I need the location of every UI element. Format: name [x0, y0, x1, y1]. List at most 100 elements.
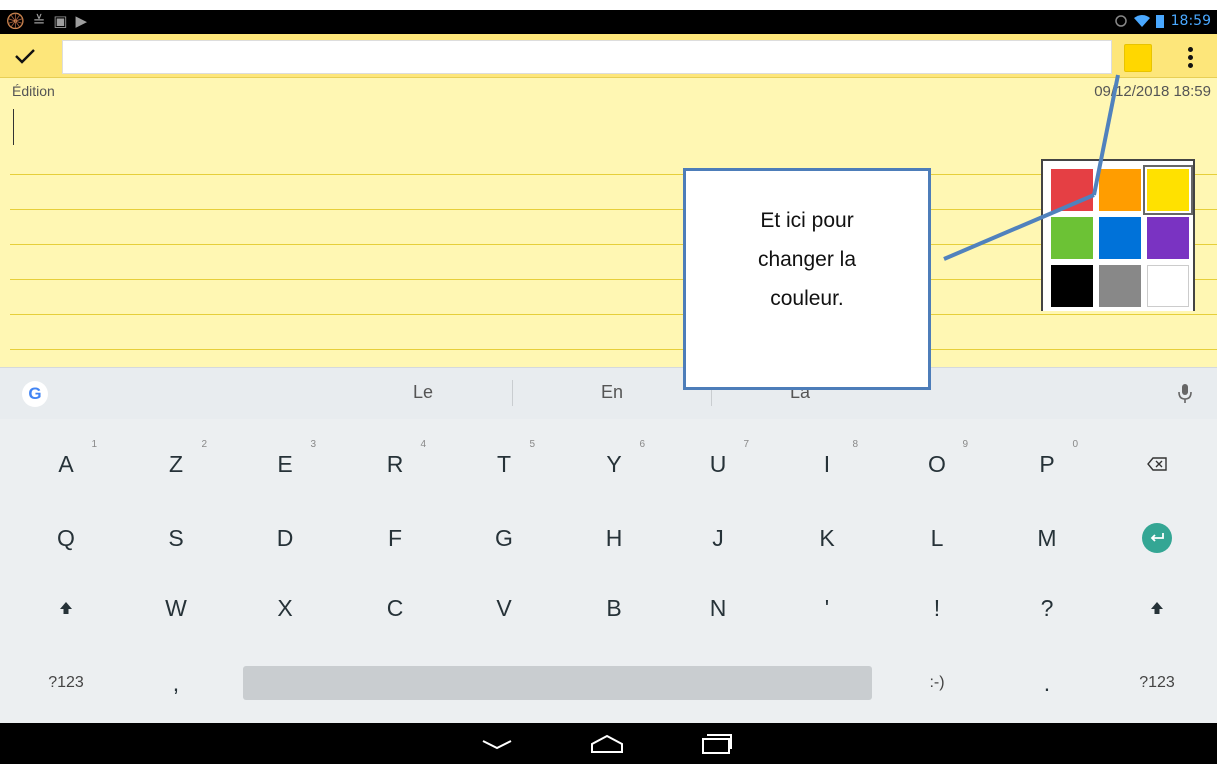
key-comma[interactable]: , [125, 648, 227, 718]
color-swatch-purple[interactable] [1147, 217, 1189, 259]
key-hint: 5 [529, 439, 535, 450]
top-border [0, 0, 1217, 10]
key-label: U [709, 450, 727, 477]
mode-label: Édition [12, 83, 55, 99]
key-h[interactable]: H [563, 503, 665, 573]
key-hint: 4 [420, 439, 426, 450]
key-c[interactable]: C [344, 573, 446, 643]
key-i[interactable]: I8 [776, 429, 878, 499]
suggestion-item[interactable]: En [552, 382, 672, 403]
annotation-line: Et ici pour [760, 209, 854, 232]
key-l[interactable]: L [886, 503, 988, 573]
key-exclamation[interactable]: ! [886, 573, 988, 643]
back-button[interactable] [477, 729, 517, 759]
color-swatch-yellow[interactable] [1143, 165, 1193, 215]
status-bar: 🛞 ≚ ▣ ▶ 18:59 [0, 0, 1217, 34]
color-picker-button[interactable] [1124, 44, 1152, 72]
key-e[interactable]: E3 [234, 429, 336, 499]
keyboard-suggestion-bar: G Le En La [0, 367, 1217, 419]
key-r[interactable]: R4 [344, 429, 446, 499]
key-x[interactable]: X [234, 573, 336, 643]
key-t[interactable]: T5 [453, 429, 555, 499]
key-n[interactable]: N [667, 573, 769, 643]
key-q[interactable]: Q [15, 503, 117, 573]
key-m[interactable]: M [996, 503, 1098, 573]
suggestion-item[interactable]: Le [363, 382, 483, 403]
key-label: I [823, 450, 831, 477]
enter-key[interactable] [1106, 503, 1208, 573]
save-check-button[interactable] [8, 40, 42, 72]
key-j[interactable]: J [667, 503, 769, 573]
key-hint: 6 [639, 439, 645, 450]
spacebar[interactable] [243, 666, 872, 700]
key-w[interactable]: W [125, 573, 227, 643]
color-swatch-green[interactable] [1051, 217, 1093, 259]
enter-icon [1150, 533, 1164, 542]
overflow-menu-button[interactable] [1178, 42, 1202, 72]
wifi-icon [1133, 15, 1150, 27]
text-cursor [13, 109, 14, 145]
key-v[interactable]: V [453, 573, 555, 643]
home-icon [591, 734, 623, 753]
color-swatch-blue[interactable] [1099, 217, 1141, 259]
home-button[interactable] [587, 729, 627, 759]
gallery-icon: ▣ [53, 12, 68, 30]
status-notification-icons: 🛞 ≚ ▣ ▶ [6, 11, 87, 31]
key-d[interactable]: D [234, 503, 336, 573]
key-question[interactable]: ? [996, 573, 1098, 643]
google-icon[interactable]: G [22, 381, 48, 407]
key-u[interactable]: U7 [667, 429, 769, 499]
symbols-key-right[interactable]: ?123 [1106, 648, 1208, 718]
key-a[interactable]: A1 [15, 429, 117, 499]
key-label: Y [606, 450, 622, 477]
annotation-line: changer la [757, 248, 857, 271]
color-swatch-gray[interactable] [1099, 265, 1141, 307]
annotation-line: couleur. [770, 287, 844, 310]
status-system-icons: 18:59 [1114, 11, 1211, 31]
shift-icon [1151, 602, 1163, 614]
color-swatch-white[interactable] [1147, 265, 1189, 307]
suggestion-divider [512, 380, 513, 406]
enter-key-circle [1142, 523, 1172, 553]
note-title-input[interactable] [62, 40, 1112, 74]
annotation-text: Et ici pour changer la couleur. [686, 201, 928, 318]
shift-key-right[interactable] [1106, 573, 1208, 643]
key-period[interactable]: . [996, 648, 1098, 718]
color-swatch-black[interactable] [1051, 265, 1093, 307]
key-label: O [928, 450, 946, 477]
key-y[interactable]: Y6 [563, 429, 665, 499]
key-b[interactable]: B [563, 573, 665, 643]
shift-key-left[interactable] [15, 573, 117, 643]
key-f[interactable]: F [344, 503, 446, 573]
backspace-key[interactable] [1106, 429, 1208, 499]
key-o[interactable]: O9 [886, 429, 988, 499]
recents-icon [702, 734, 732, 754]
key-g[interactable]: G [453, 503, 555, 573]
key-hint: 7 [743, 439, 749, 450]
microphone-icon[interactable] [1175, 382, 1195, 406]
sync-icon: 🛞 [6, 12, 25, 30]
annotation-callout: Et ici pour changer la couleur. [683, 168, 931, 390]
color-swatch-orange[interactable] [1099, 169, 1141, 211]
key-s[interactable]: S [125, 503, 227, 573]
key-label: T [496, 450, 512, 477]
recents-button[interactable] [697, 729, 737, 759]
color-swatch-red[interactable] [1051, 169, 1093, 211]
menu-dot-icon [1187, 62, 1193, 68]
note-editor[interactable]: Édition 09/12/2018 18:59 [0, 78, 1217, 367]
download-done-icon: ≚ [32, 12, 46, 30]
key-label: Z [168, 450, 184, 477]
symbols-key-left[interactable]: ?123 [15, 648, 117, 718]
key-label: P [1039, 450, 1055, 477]
key-k[interactable]: K [776, 503, 878, 573]
key-p[interactable]: P0 [996, 429, 1098, 499]
note-toolbar [0, 34, 1217, 78]
key-apostrophe[interactable]: ' [776, 573, 878, 643]
key-z[interactable]: Z2 [125, 429, 227, 499]
soft-keyboard: A1 Z2 E3 R4 T5 Y6 U7 I8 O9 P0 Q S D F G … [0, 419, 1217, 723]
key-label: E [277, 450, 293, 477]
smiley-key[interactable]: :-) [886, 648, 988, 718]
menu-dot-icon [1187, 46, 1193, 52]
status-time: 18:59 [1170, 13, 1211, 29]
chevron-down-icon [482, 740, 512, 750]
